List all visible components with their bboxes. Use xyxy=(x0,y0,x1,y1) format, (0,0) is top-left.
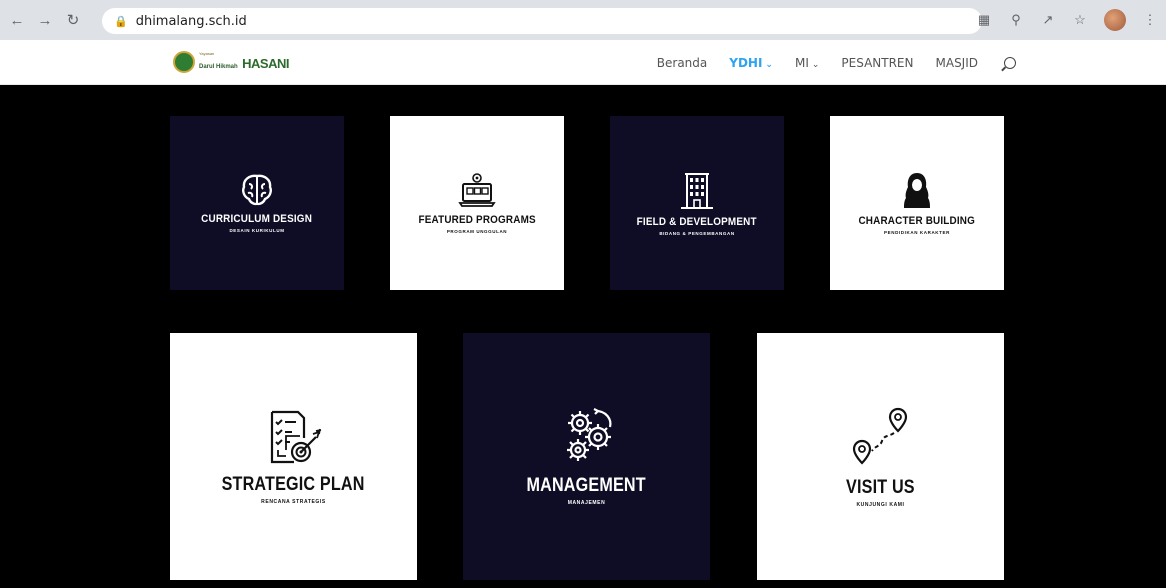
tile-title: CURRICULUM DESIGN xyxy=(201,213,313,225)
address-bar[interactable]: 🔒 dhimalang.sch.id xyxy=(102,8,982,34)
site-logo[interactable]: Yayasan Darul Hikmah HASANI xyxy=(173,51,289,73)
tile-field-development[interactable]: FIELD & DEVELOPMENT BIDANG & PENGEMBANGA… xyxy=(610,116,784,290)
logo-seal-icon xyxy=(173,51,195,73)
logo-line3: HASANI xyxy=(242,56,289,71)
tile-title: FIELD & DEVELOPMENT xyxy=(636,216,758,228)
tile-featured-programs[interactable]: FEATURED PROGRAMS PROGRAM UNGGULAN xyxy=(390,116,564,290)
tile-character-building[interactable]: CHARACTER BUILDING PENDIDIKAN KARAKTER xyxy=(830,116,1004,290)
tile-subtitle: PENDIDIKAN KARAKTER xyxy=(884,230,950,235)
checklist-target-icon xyxy=(270,410,321,464)
reload-icon[interactable]: ↻ xyxy=(62,9,84,31)
tile-subtitle: KUNJUNGI KAMI xyxy=(856,502,905,508)
tile-title: STRATEGIC PLAN xyxy=(222,474,365,495)
menu-item-masjid[interactable]: MASJID xyxy=(936,56,979,70)
bookmark-star-icon[interactable]: ☆ xyxy=(1072,12,1088,28)
logo-line2: Darul Hikmah xyxy=(199,64,238,70)
tile-visit-us[interactable]: VISIT US KUNJUNGI KAMI xyxy=(757,333,1004,580)
chevron-down-icon: ⌄ xyxy=(765,59,773,70)
browser-toolbar: ← → ↻ 🔒 dhimalang.sch.id ▦ ⚲ ↗ ☆ ⋮ xyxy=(0,0,1166,40)
laptop-gear-icon xyxy=(458,173,496,207)
map-route-icon xyxy=(852,407,907,465)
tile-subtitle: RENCANA STRATEGIS xyxy=(261,499,326,505)
translate-icon[interactable]: ▦ xyxy=(976,12,992,28)
share-icon[interactable]: ↗ xyxy=(1040,12,1056,28)
gears-icon xyxy=(566,408,611,461)
back-icon[interactable]: ← xyxy=(6,9,28,31)
brain-icon xyxy=(242,174,272,206)
main-menu: Beranda YDHI ⌄ MI ⌄ PESANTREN MASJID xyxy=(657,40,1016,85)
hijab-woman-icon xyxy=(904,173,930,208)
menu-item-pesantren[interactable]: PESANTREN xyxy=(841,56,913,70)
search-icon[interactable] xyxy=(1004,56,1016,69)
profile-avatar[interactable] xyxy=(1104,9,1126,31)
tile-title: CHARACTER BUILDING xyxy=(858,215,976,227)
lock-icon: 🔒 xyxy=(114,15,128,28)
menu-item-mi[interactable]: MI ⌄ xyxy=(795,56,819,70)
tile-curriculum-design[interactable]: CURRICULUM DESIGN DESAIN KURIKULUM xyxy=(170,116,344,290)
tile-strategic-plan[interactable]: STRATEGIC PLAN RENCANA STRATEGIS xyxy=(170,333,417,580)
more-menu-icon[interactable]: ⋮ xyxy=(1142,12,1158,28)
tile-management[interactable]: MANAGEMENT MANAJEMEN xyxy=(463,333,710,580)
tile-title: FEATURED PROGRAMS xyxy=(418,214,536,226)
tile-title: MANAGEMENT xyxy=(526,475,647,496)
tile-subtitle: BIDANG & PENGEMBANGAN xyxy=(659,231,735,236)
menu-item-beranda[interactable]: Beranda xyxy=(657,56,707,70)
chevron-down-icon: ⌄ xyxy=(811,59,820,70)
zoom-icon[interactable]: ⚲ xyxy=(1008,12,1024,28)
site-header: Yayasan Darul Hikmah HASANI Beranda YDHI… xyxy=(0,40,1166,85)
building-icon xyxy=(681,173,713,209)
tile-title: VISIT US xyxy=(846,477,915,498)
tile-subtitle: MANAJEMEN xyxy=(567,500,606,506)
menu-item-ydhi[interactable]: YDHI ⌄ xyxy=(729,56,773,70)
tile-subtitle: PROGRAM UNGGULAN xyxy=(446,229,508,234)
forward-icon[interactable]: → xyxy=(34,9,56,31)
tile-subtitle: DESAIN KURIKULUM xyxy=(229,228,285,233)
url-text: dhimalang.sch.id xyxy=(135,13,247,29)
